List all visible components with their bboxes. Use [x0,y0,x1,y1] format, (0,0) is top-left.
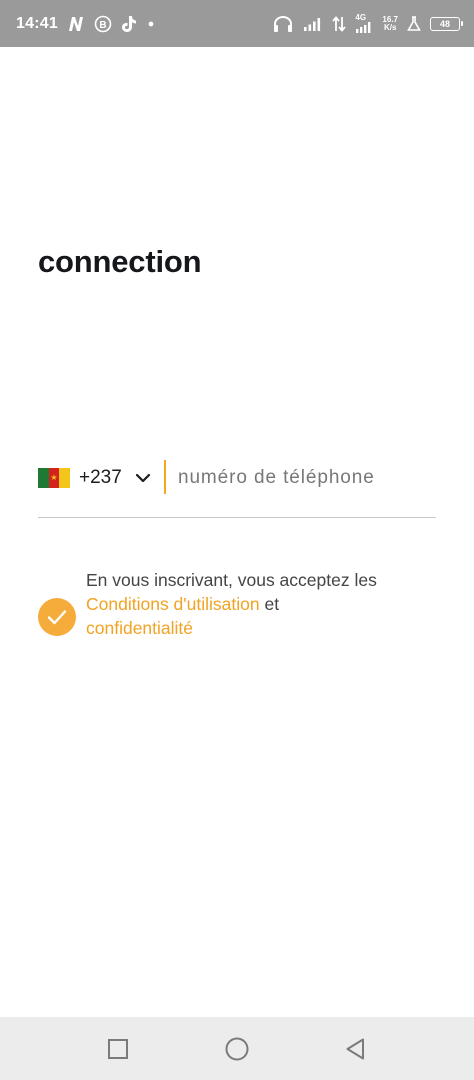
battery-icon: 48 [430,16,463,31]
battery-level: 48 [439,18,450,29]
flag-stripe-green [38,468,49,488]
dot-icon [146,19,156,29]
square-recents-icon[interactable] [104,1035,132,1063]
chevron-down-icon[interactable] [135,471,151,489]
network-speed-unit: K/s [383,22,397,32]
terms-checkbox[interactable] [38,598,76,636]
cameroon-flag-icon[interactable] [38,468,71,488]
headphones-icon [272,15,294,33]
svg-text:B: B [99,20,106,31]
flag-stripe-yellow [59,468,71,488]
status-time: 14:41 [16,14,58,32]
flag-stripe-red [48,468,60,488]
navigation-bar [0,1017,474,1080]
privacy-link[interactable]: confidentialité [86,618,193,638]
signal-4g-icon: 4G [355,14,373,33]
tiktok-icon [121,15,137,33]
login-screen: 14:41 B 4G 16.7 K/s 48 connection ★ +237… [0,0,474,1080]
country-code[interactable]: +237 [79,467,122,489]
n-app-icon [67,16,85,32]
b-circle-icon: B [94,15,112,33]
status-bar-left: 14:41 B [16,15,156,33]
page-title: connection [38,244,202,279]
phone-number-field: +237 [38,458,436,518]
checkmark-icon [47,610,67,625]
terms-conjunction: et [264,594,280,614]
terms-text: En vous inscrivant, vous acceptez les Co… [86,568,406,640]
field-divider [164,460,166,494]
terms-of-use-link[interactable]: Conditions d'utilisation [86,594,260,614]
status-bar-right: 4G 16.7 K/s 48 [272,14,463,33]
status-bar: 14:41 B 4G 16.7 K/s 48 [0,0,474,47]
phone-number-input[interactable] [178,462,436,494]
network-type: 4G [355,13,367,22]
data-arrows-icon [332,15,347,32]
network-speed: 16.7 K/s [382,15,398,32]
triangle-back-icon[interactable] [342,1035,370,1063]
circle-home-icon[interactable] [223,1035,251,1063]
signal-icon [303,17,323,31]
flask-icon [407,15,421,32]
terms-intro: En vous inscrivant, vous acceptez les [86,570,377,590]
